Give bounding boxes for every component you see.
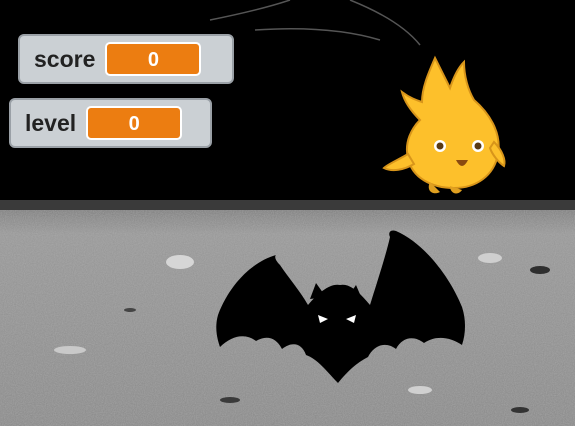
level-value: 0	[86, 106, 183, 140]
level-label: level	[25, 109, 77, 136]
bat-icon[interactable]	[210, 225, 470, 390]
score-label: score	[34, 45, 96, 72]
score-value: 0	[105, 42, 202, 76]
level-monitor: level 0	[9, 98, 212, 148]
fire-sprite-icon[interactable]	[380, 50, 510, 200]
game-stage[interactable]: score 0 level 0	[0, 0, 575, 426]
score-monitor: score 0	[18, 34, 234, 84]
